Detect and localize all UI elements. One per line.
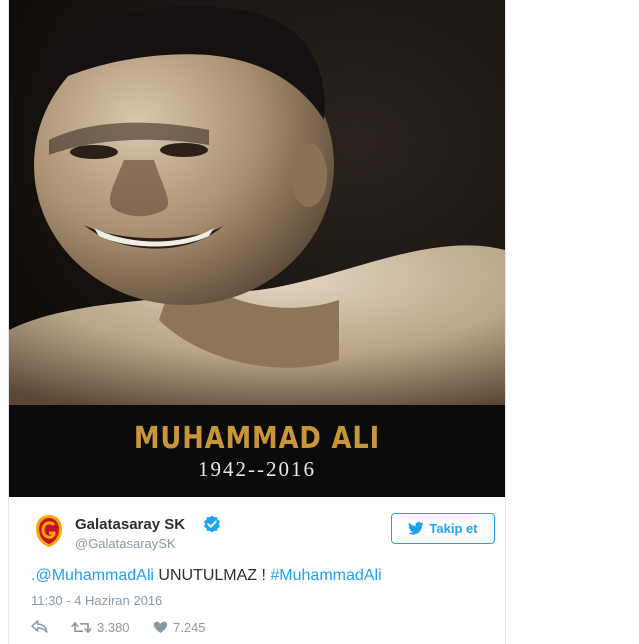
tweet-text: .@MuhammadAli UNUTULMAZ ! #MuhammadAli [31,567,382,585]
embedded-tweet-card: MUHAMMAD ALI 1942--2016 Galatasaray SK @… [8,0,506,644]
retweet-count: 3.380 [97,620,130,635]
tweet-media-image[interactable]: MUHAMMAD ALI 1942--2016 [9,0,505,497]
like-action[interactable]: 7.245 [153,620,206,635]
retweet-action[interactable]: 3.380 [71,620,130,635]
follow-button-label: Takip et [429,521,478,536]
author-handle[interactable]: @GalatasaraySK [75,536,176,551]
hashtag-link[interactable]: #MuhammadAli [270,567,381,584]
reply-icon [31,620,48,633]
reply-action[interactable] [31,620,48,633]
tweet-timestamp[interactable]: 11:30 - 4 Haziran 2016 [31,593,162,608]
author-display-name[interactable]: Galatasaray SK [75,516,185,533]
retweet-icon [71,622,92,633]
follow-button[interactable]: Takip et [391,513,495,544]
tweet-body-text: UNUTULMAZ ! [153,567,271,584]
verified-badge-icon [204,515,220,533]
memorial-banner: MUHAMMAD ALI 1942--2016 [9,405,505,497]
twitter-bird-icon [408,522,424,535]
portrait-photo [9,0,505,405]
mention-link[interactable]: .@MuhammadAli [31,567,154,584]
page: MUHAMMAD ALI 1942--2016 Galatasaray SK @… [0,0,639,644]
heart-icon [153,621,168,634]
galatasaray-logo-icon[interactable] [31,513,67,549]
banner-name: MUHAMMAD ALI [133,421,381,456]
like-count: 7.245 [173,620,206,635]
banner-years: 1942--2016 [198,457,316,481]
tweet-actions: 3.380 7.245 [31,620,331,640]
